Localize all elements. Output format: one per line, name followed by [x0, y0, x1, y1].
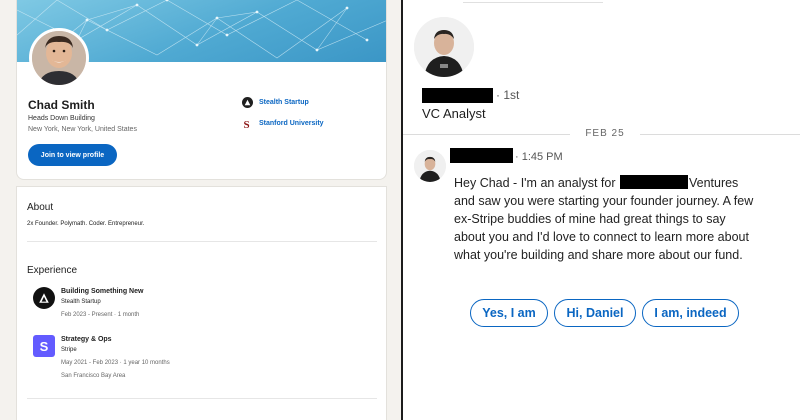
date-divider: FEB 25	[403, 126, 800, 142]
section-divider	[27, 398, 377, 399]
svg-text:S: S	[244, 119, 250, 129]
experience-role: Building Something New	[61, 288, 144, 295]
profile-panel: Chad Smith Heads Down Building New York,…	[0, 0, 401, 420]
sender-avatar[interactable]	[414, 17, 474, 77]
profile-details-card: About 2x Founder. Polymath. Coder. Entre…	[16, 186, 387, 420]
redacted-sender-name	[422, 88, 493, 103]
education-label: Stanford University	[259, 120, 324, 127]
experience-company: Stripe	[61, 347, 77, 353]
stanford-logo-icon: S	[242, 118, 253, 129]
experience-company: Stealth Startup	[61, 299, 101, 305]
experience-details: Strategy & Ops Stripe May 2021 - Feb 202…	[61, 335, 170, 382]
message-body: Hey Chad - I'm an analyst for Ventures a…	[454, 174, 794, 264]
about-heading: About	[27, 202, 54, 213]
stealth-logo-icon	[242, 97, 253, 108]
experience-role: Strategy & Ops	[61, 336, 112, 343]
connection-degree: · 1st	[496, 88, 520, 102]
about-text: 2x Founder. Polymath. Coder. Entrepreneu…	[27, 221, 145, 227]
message-sender-avatar[interactable]	[414, 150, 446, 182]
profile-location: New York, New York, United States	[28, 126, 137, 133]
sender-title: VC Analyst	[422, 106, 486, 121]
message-line: what you're building and share more abou…	[454, 248, 743, 262]
quick-reply-hi-daniel[interactable]: Hi, Daniel	[554, 299, 636, 327]
experience-heading: Experience	[27, 265, 78, 276]
quick-reply-i-am-indeed[interactable]: I am, indeed	[642, 299, 739, 327]
stealth-logo-icon	[33, 287, 55, 309]
profile-headline: Heads Down Building	[28, 115, 95, 122]
profile-avatar	[29, 28, 89, 88]
current-company-link[interactable]: Stealth Startup	[242, 97, 309, 108]
redacted-firm-name	[619, 175, 688, 189]
section-divider	[27, 241, 377, 242]
redacted-message-sender	[450, 148, 513, 163]
message-timestamp: · 1:45 PM	[515, 151, 563, 163]
message-line: about you and I'd love to connect to lea…	[454, 230, 749, 244]
join-to-view-profile-button[interactable]: Join to view profile	[28, 144, 117, 166]
message-text: Ventures	[688, 176, 739, 190]
message-line: ex-Stripe buddies of mine had great thin…	[454, 212, 726, 226]
message-line: and saw you were starting your founder j…	[454, 194, 754, 208]
date-label: FEB 25	[585, 128, 625, 139]
profile-card: Chad Smith Heads Down Building New York,…	[16, 0, 387, 180]
quick-reply-yes-i-am[interactable]: Yes, I am	[470, 299, 548, 327]
message-line: Hey Chad - I'm an analyst for Ventures	[454, 174, 794, 192]
current-company-label: Stealth Startup	[259, 99, 309, 106]
experience-dates: May 2021 - Feb 2023 · 1 year 10 months	[61, 360, 170, 366]
experience-details: Building Something New Stealth Startup F…	[61, 287, 143, 321]
message-panel: · 1st VC Analyst FEB 25 · 1:45 PM Hey Ch…	[403, 0, 800, 420]
experience-location: San Francisco Bay Area	[61, 373, 126, 379]
experience-dates: Feb 2023 - Present · 1 month	[61, 312, 140, 318]
profile-name: Chad Smith	[28, 98, 95, 112]
stripe-logo-icon: S	[33, 335, 55, 357]
top-edge-line	[463, 0, 603, 3]
message-text: Hey Chad - I'm an analyst for	[454, 176, 619, 190]
education-link[interactable]: S Stanford University	[242, 118, 324, 129]
